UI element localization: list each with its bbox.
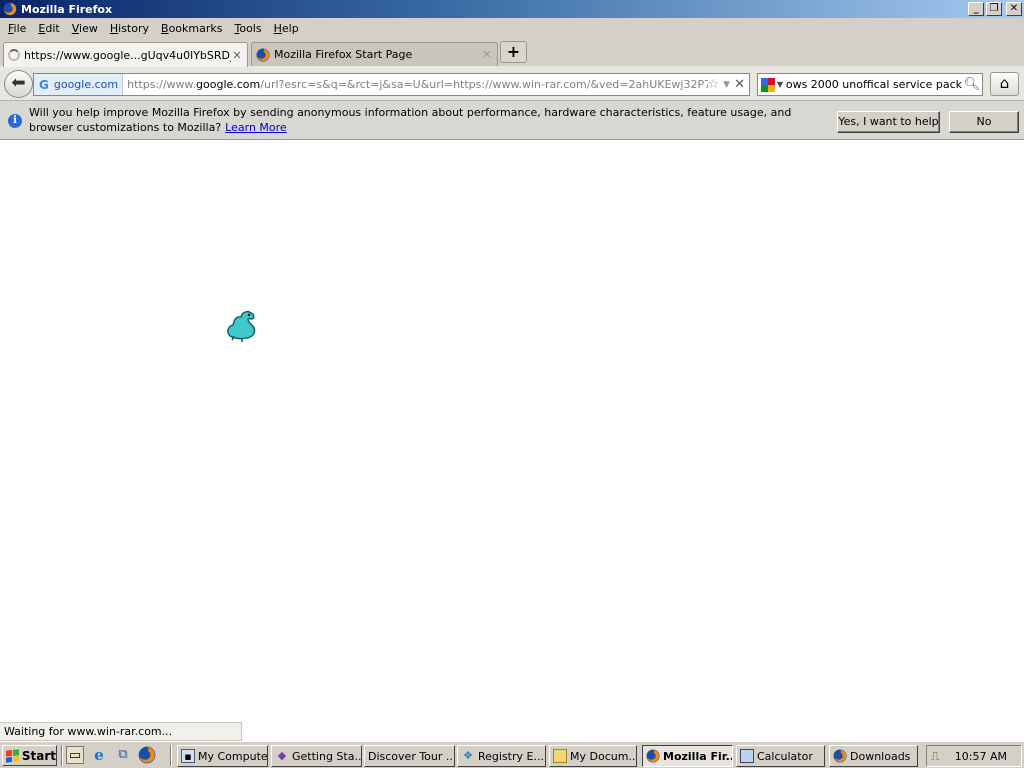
minimize-button[interactable]: _ [968,2,984,16]
registry-editor-icon: ❖ [463,749,473,762]
task-label: Discover Tour ... [368,749,455,763]
close-tab-icon[interactable]: ✕ [231,49,243,62]
notification-text: Will you help improve Mozilla Firefox by… [29,106,792,134]
page-content [0,140,1024,722]
calculator-icon [740,749,754,763]
site-identity-label: google.com [53,78,119,91]
tab-label: https://www.google...gUqv4u0lYbSRD_gxv [24,48,231,62]
restore-button[interactable]: ❐ [986,2,1002,16]
firefox-icon [833,749,847,763]
task-my-documents[interactable]: My Docum... [549,745,637,767]
firefox-icon[interactable] [138,746,156,764]
engine-dropdown-icon: ▼ [776,80,784,89]
my-computer-icon: ▪ [181,749,195,763]
url-bar[interactable]: G google.com https://www.google.com/url?… [33,73,750,96]
menu-bar: File Edit View History Bookmarks Tools Help [0,18,1024,39]
stop-icon[interactable]: ✕ [734,77,745,92]
task-label: Getting Sta... [292,749,362,763]
task-label: Mozilla Fir... [663,749,733,763]
task-label: Registry E... [478,749,544,763]
telemetry-notification-bar: i Will you help improve Mozilla Firefox … [0,101,1024,140]
clock[interactable]: 10:57 AM [955,750,1007,763]
search-magnifier-icon[interactable]: 🔍︎ [962,77,982,92]
firefox-icon [256,48,270,61]
start-button[interactable]: Start [2,745,57,766]
search-bar[interactable]: ▼ windows 2000 unoffical service pack 🔍︎ [757,73,983,96]
system-tray: ⎍ 10:57 AM [926,745,1022,767]
task-label: My Docum... [570,749,637,763]
tab-google-redirect[interactable]: https://www.google...gUqv4u0lYbSRD_gxv ✕ [3,42,248,67]
firefox-icon [646,749,660,763]
no-button[interactable]: No [949,111,1019,133]
menu-bookmarks[interactable]: Bookmarks [155,22,228,35]
quick-launch: ▭ e ⧉ [66,746,156,764]
google-search-engine-icon [760,77,775,92]
home-button[interactable]: ⌂ [990,72,1019,96]
getting-started-icon: ◆ [277,749,287,762]
new-tab-button[interactable]: + [500,41,527,63]
menu-history[interactable]: History [104,22,155,35]
internet-explorer-icon[interactable]: e [90,746,108,764]
menu-file[interactable]: File [2,22,32,35]
status-panel: Waiting for www.win-rar.com... [0,722,242,741]
info-icon: i [8,114,22,128]
yes-help-button[interactable]: Yes, I want to help [837,111,940,133]
url-input[interactable]: https://www.google.com/url?esrc=s&q=&rct… [123,78,707,91]
taskbar: Start ▭ e ⧉ ▪ My Computer ◆ Getting Sta.… [0,741,1024,768]
busy-dinosaur-cursor-icon [227,310,256,342]
task-discover-tour[interactable]: Discover Tour ... [364,745,455,767]
task-label: Calculator [757,749,813,763]
window-titlebar: Mozilla Firefox _ ❐ ✕ [0,0,1024,18]
url-path: /url?esrc=s&q=&rct=j&sa=U&url=https://ww… [260,78,707,91]
network-icon[interactable]: ⧉ [114,746,132,764]
menu-edit[interactable]: Edit [32,22,65,35]
bookmark-star-icon[interactable]: ☆ [708,77,720,92]
menu-help[interactable]: Help [268,22,305,35]
taskbar-separator [61,745,63,766]
search-input[interactable]: windows 2000 unoffical service pack [786,78,962,91]
task-downloads[interactable]: Downloads [829,745,918,767]
loading-spinner-icon [8,49,20,61]
tab-firefox-start-page[interactable]: Mozilla Firefox Start Page ✕ [251,42,498,66]
task-calculator[interactable]: Calculator [736,745,825,767]
start-label: Start [21,748,56,763]
close-window-button[interactable]: ✕ [1006,2,1022,16]
home-icon: ⌂ [999,74,1010,92]
task-registry-editor[interactable]: ❖ Registry E... [457,745,546,767]
site-identity-button[interactable]: G google.com [34,74,124,95]
task-mozilla-firefox[interactable]: Mozilla Fir... [642,745,733,767]
google-favicon-icon: G [39,77,49,92]
learn-more-link[interactable]: Learn More [225,121,287,134]
tab-label: Mozilla Firefox Start Page [274,48,413,61]
window-title: Mozilla Firefox [21,2,113,16]
url-prefix: https://www. [127,78,197,91]
url-domain: google.com [196,78,261,91]
show-desktop-icon[interactable]: ▭ [66,746,84,764]
notification-message: Will you help improve Mozilla Firefox by… [29,105,829,135]
back-arrow-icon: ⬅ [11,73,26,93]
taskbar-separator [170,745,172,766]
back-button[interactable]: ⬅ [4,70,33,98]
navigation-toolbar: ⬅ G google.com https://www.google.com/ur… [0,66,1024,101]
network-tray-icon[interactable]: ⎍ [931,749,939,764]
firefox-icon [3,2,17,16]
task-getting-started[interactable]: ◆ Getting Sta... [271,745,362,767]
folder-icon [553,749,567,763]
menu-view[interactable]: View [66,22,104,35]
task-my-computer[interactable]: ▪ My Computer [177,745,268,767]
windows-logo-icon [6,748,19,763]
search-engine-button[interactable]: ▼ [758,74,786,95]
menu-tools[interactable]: Tools [228,22,267,35]
close-tab-icon[interactable]: ✕ [481,48,493,61]
task-label: My Computer [198,749,268,763]
url-history-dropdown-icon[interactable]: ▼ [723,80,730,90]
task-label: Downloads [850,749,911,763]
